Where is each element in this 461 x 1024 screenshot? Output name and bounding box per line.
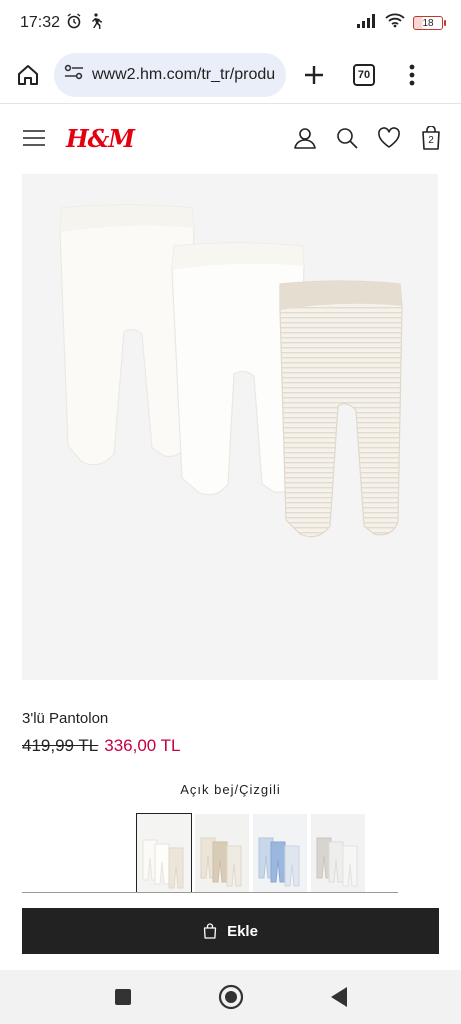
status-left: 17:32 [20, 12, 103, 34]
product-image[interactable] [22, 174, 438, 680]
swatch-blue[interactable] [253, 814, 307, 892]
sale-price: 336,00 TL [104, 736, 181, 755]
old-price: 419,99 TL [22, 736, 99, 755]
browser-menu-button[interactable] [392, 55, 432, 95]
circle-icon [218, 984, 243, 1010]
header-icons: 2 [293, 126, 443, 150]
site-settings-icon[interactable] [64, 64, 84, 85]
system-nav-bar [0, 970, 461, 1024]
hm-logo[interactable]: H&M [66, 124, 135, 153]
alarm-icon [66, 12, 82, 34]
hamburger-icon [23, 130, 45, 146]
back-triangle-icon [330, 987, 347, 1007]
search-icon [337, 128, 358, 149]
battery-icon: 18 [413, 16, 446, 30]
more-vert-icon [409, 64, 415, 85]
tab-count: 70 [353, 63, 375, 86]
status-bar: 17:32 18 [0, 0, 461, 46]
divider [22, 892, 398, 893]
add-to-bag-button[interactable]: Ekle [22, 908, 439, 954]
pant-striped-beige [279, 280, 403, 538]
pant-white-1 [59, 204, 195, 466]
favorites-button[interactable] [377, 126, 401, 150]
home-icon [18, 64, 38, 85]
swatch-grey[interactable] [311, 814, 365, 892]
home-button[interactable] [8, 55, 48, 95]
product-photo-pants [59, 204, 403, 538]
back-button[interactable] [325, 983, 353, 1011]
user-icon [294, 128, 316, 149]
new-tab-button[interactable] [294, 55, 334, 95]
swatch-beige-striped[interactable] [136, 813, 192, 893]
status-right: 18 [357, 13, 446, 33]
address-bar[interactable]: www2.hm.com/tr_tr/produ [54, 52, 286, 97]
plus-icon [305, 65, 323, 84]
account-button[interactable] [293, 126, 317, 150]
browser-toolbar: www2.hm.com/tr_tr/produ 70 [0, 46, 461, 104]
url-text: www2.hm.com/tr_tr/produ [92, 65, 276, 83]
walking-icon [88, 12, 103, 34]
square-icon [114, 989, 131, 1005]
cart-button[interactable]: 2 [419, 126, 443, 150]
search-button[interactable] [335, 126, 359, 150]
add-to-bag-label: Ekle [227, 922, 258, 940]
color-swatches [136, 813, 365, 893]
shopping-bag-icon [203, 923, 217, 939]
home-nav-button[interactable] [217, 983, 245, 1011]
swatch-beige[interactable] [195, 814, 249, 892]
selected-color-name: Açık bej/Çizgili [180, 782, 281, 797]
wifi-icon [385, 13, 405, 33]
tabs-button[interactable]: 70 [344, 55, 384, 95]
cart-count: 2 [428, 135, 434, 146]
site-header: H&M 2 [0, 104, 461, 172]
menu-button[interactable] [22, 126, 46, 150]
recents-button[interactable] [109, 983, 137, 1011]
product-name: 3'lü Pantolon [22, 710, 109, 727]
price-row: 419,99 TL 336,00 TL [22, 736, 181, 756]
signal-icon [357, 13, 377, 33]
battery-level: 18 [422, 17, 434, 29]
status-time: 17:32 [20, 14, 61, 31]
heart-icon [378, 127, 400, 148]
